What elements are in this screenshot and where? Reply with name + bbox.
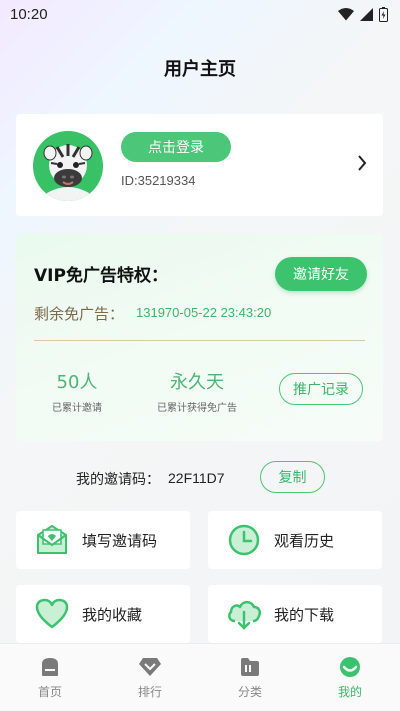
- zebra-avatar-icon: [43, 144, 93, 201]
- menu-label: 填写邀请码: [82, 531, 158, 550]
- tab-label: 排行: [137, 685, 162, 699]
- invite-envelope-icon: [34, 522, 70, 558]
- vip-card: VIP免广告特权： 邀请好友 剩余免广告： 131970-05-22 23:43…: [16, 233, 383, 441]
- menu-enter-invite-code[interactable]: 填写邀请码: [16, 511, 190, 569]
- invite-friends-button[interactable]: 邀请好友: [275, 257, 367, 291]
- tab-mine[interactable]: 我的: [300, 644, 400, 711]
- earned-stat: 永久天 已累计获得免广告: [145, 368, 249, 414]
- remaining-ad-free-value: 131970-05-22 23:43:20: [136, 305, 272, 320]
- invite-code-value: 22F11D7: [168, 470, 225, 486]
- remaining-ad-free-label: 剩余免广告：: [34, 305, 125, 323]
- avatar[interactable]: [33, 131, 103, 201]
- heart-icon: [34, 596, 70, 632]
- earned-label: 已累计获得免广告: [157, 403, 237, 414]
- login-button[interactable]: 点击登录: [121, 132, 231, 162]
- home-icon: [42, 658, 58, 676]
- folder-icon: [241, 658, 259, 676]
- status-time: 10:20: [10, 5, 48, 23]
- promotion-record-button[interactable]: 推广记录: [279, 373, 363, 405]
- menu-label: 我的下载: [274, 605, 335, 624]
- user-id: ID:35219334: [121, 173, 196, 188]
- chevron-right-icon[interactable]: [357, 154, 367, 172]
- invited-label: 已累计邀请: [52, 403, 102, 414]
- wifi-icon: [338, 7, 354, 20]
- tab-label: 我的: [337, 685, 362, 699]
- diamond-icon: [139, 658, 161, 676]
- vip-title: VIP免广告特权：: [34, 266, 168, 286]
- menu-my-downloads[interactable]: 我的下载: [208, 585, 382, 643]
- divider: [34, 340, 365, 341]
- menu-watch-history[interactable]: 观看历史: [208, 511, 382, 569]
- copy-button[interactable]: 复制: [260, 461, 325, 493]
- invite-code-label: 我的邀请码：: [76, 472, 160, 488]
- earned-days: 永久天: [170, 372, 224, 393]
- tab-label: 首页: [37, 685, 62, 699]
- cellular-icon: [360, 7, 373, 21]
- bottom-tab-bar: 首页 排行 分类 我的: [0, 643, 400, 711]
- invited-stat: 50人 已累计邀请: [38, 368, 116, 414]
- menu-my-favorites[interactable]: 我的收藏: [16, 585, 190, 643]
- battery-icon: [379, 6, 388, 22]
- clock-icon: [226, 522, 262, 558]
- tab-label: 分类: [237, 685, 262, 699]
- profile-card[interactable]: 点击登录 ID:35219334: [16, 114, 383, 216]
- menu-label: 观看历史: [274, 531, 335, 550]
- cloud-download-icon: [226, 596, 262, 632]
- tab-category[interactable]: 分类: [200, 644, 300, 711]
- menu-label: 我的收藏: [82, 605, 143, 624]
- invite-code-row: 我的邀请码： 22F11D7 复制: [0, 461, 400, 495]
- invited-count: 50人: [56, 372, 98, 393]
- status-bar: 10:20: [0, 0, 400, 28]
- page-title: 用户主页: [164, 59, 236, 80]
- status-icons: [338, 6, 388, 22]
- tab-home[interactable]: 首页: [0, 644, 100, 711]
- tab-ranking[interactable]: 排行: [100, 644, 200, 711]
- profile-icon: [340, 657, 360, 677]
